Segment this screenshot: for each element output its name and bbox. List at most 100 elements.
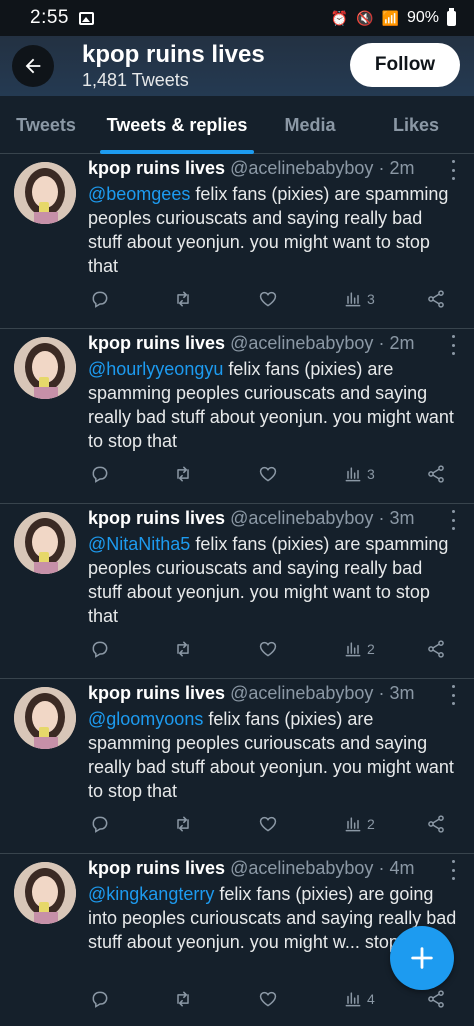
author-handle: @acelinebabyboy — [230, 333, 374, 353]
retweet-icon — [177, 641, 189, 657]
more-options-icon[interactable] — [450, 510, 456, 530]
retweet-button[interactable] — [173, 813, 193, 835]
retweet-button[interactable] — [173, 988, 193, 1010]
follow-button[interactable]: Follow — [350, 43, 460, 87]
tweet-time: · 3m — [378, 508, 415, 528]
reply-button[interactable] — [90, 463, 110, 485]
views-button[interactable]: 2 — [343, 638, 375, 660]
retweet-button[interactable] — [173, 463, 193, 485]
avatar[interactable] — [14, 862, 76, 924]
tweet-text: @NitaNitha5 felix fans (pixies) are spam… — [88, 532, 460, 628]
views-icon — [345, 992, 361, 1007]
reply-button[interactable] — [90, 988, 110, 1010]
views-icon — [345, 642, 361, 657]
views-button[interactable]: 2 — [343, 813, 375, 835]
tweet-item[interactable]: kpop ruins lives @acelinebabyboy · 3m @N… — [0, 504, 474, 679]
view-count: 4 — [367, 991, 375, 1007]
share-button[interactable] — [426, 988, 446, 1010]
author-name[interactable]: kpop ruins lives — [88, 158, 225, 178]
view-count: 3 — [367, 291, 375, 307]
retweet-icon — [177, 466, 189, 482]
tweet-time: · 4m — [378, 858, 415, 878]
tweet-header: kpop ruins lives @acelinebabyboy · 2m — [88, 158, 444, 184]
like-button[interactable] — [258, 638, 278, 660]
retweet-icon — [177, 991, 189, 1007]
heart-icon — [259, 466, 277, 482]
author-handle: @acelinebabyboy — [230, 508, 374, 528]
share-button[interactable] — [426, 638, 446, 660]
share-icon — [428, 465, 444, 483]
views-button[interactable]: 3 — [343, 463, 375, 485]
author-name[interactable]: kpop ruins lives — [88, 333, 225, 353]
like-button[interactable] — [258, 463, 278, 485]
like-button[interactable] — [258, 988, 278, 1010]
avatar-image — [14, 687, 76, 749]
tweet-item[interactable]: kpop ruins lives @acelinebabyboy · 3m @g… — [0, 679, 474, 854]
retweet-icon — [177, 291, 189, 307]
tab-tweets[interactable]: Tweets — [0, 96, 92, 154]
tweet-header: kpop ruins lives @acelinebabyboy · 4m — [88, 858, 444, 884]
reply-button[interactable] — [90, 288, 110, 310]
share-button[interactable] — [426, 288, 446, 310]
arrow-left-icon — [25, 58, 41, 74]
views-icon — [345, 292, 361, 307]
author-name[interactable]: kpop ruins lives — [88, 508, 225, 528]
author-handle: @acelinebabyboy — [230, 158, 374, 178]
more-options-icon[interactable] — [450, 335, 456, 355]
like-button[interactable] — [258, 288, 278, 310]
more-options-icon[interactable] — [450, 860, 456, 880]
status-time: 2:55 — [30, 7, 69, 28]
reply-icon — [92, 466, 108, 483]
compose-tweet-button[interactable] — [390, 926, 454, 990]
tweet-text: @gloomyoons felix fans (pixies) are spam… — [88, 707, 460, 803]
profile-tabs: Tweets Tweets & replies Media Likes — [0, 96, 474, 154]
tab-tweets-and-replies[interactable]: Tweets & replies — [92, 96, 262, 154]
more-options-icon[interactable] — [450, 685, 456, 705]
back-button[interactable] — [12, 45, 54, 87]
avatar[interactable] — [14, 687, 76, 749]
battery-percent: 90% — [406, 9, 439, 26]
bottom-edge — [0, 1018, 474, 1026]
profile-header: kpop ruins lives 1,481 Tweets Follow — [0, 36, 474, 96]
mention-link[interactable]: @hourlyyeongyu — [88, 359, 223, 379]
avatar[interactable] — [14, 337, 76, 399]
tweet-item[interactable]: kpop ruins lives @acelinebabyboy · 2m @h… — [0, 329, 474, 504]
reply-icon — [92, 991, 108, 1008]
avatar[interactable] — [14, 162, 76, 224]
mention-link[interactable]: @kingkangterry — [88, 884, 214, 904]
view-count: 3 — [367, 466, 375, 482]
view-count: 2 — [367, 641, 375, 657]
tweet-time: · 2m — [378, 333, 415, 353]
mention-link[interactable]: @gloomyoons — [88, 709, 203, 729]
tweet-count: 1,481 Tweets — [82, 70, 189, 90]
tab-likes[interactable]: Likes — [358, 96, 474, 154]
mention-link[interactable]: @beomgees — [88, 184, 190, 204]
share-button[interactable] — [426, 813, 446, 835]
views-button[interactable]: 3 — [343, 288, 375, 310]
status-bar: 2:55 ⏰ 🔇 📶 90% — [0, 0, 474, 36]
author-name[interactable]: kpop ruins lives — [88, 858, 225, 878]
author-name[interactable]: kpop ruins lives — [88, 683, 225, 703]
tab-media[interactable]: Media — [262, 96, 358, 154]
avatar[interactable] — [14, 512, 76, 574]
views-button[interactable]: 4 — [343, 988, 375, 1010]
page-title: kpop ruins lives — [82, 41, 265, 68]
tweet-time: · 2m — [378, 158, 415, 178]
share-button[interactable] — [426, 463, 446, 485]
author-handle: @acelinebabyboy — [230, 683, 374, 703]
tweet-item[interactable]: kpop ruins lives @acelinebabyboy · 2m @b… — [0, 154, 474, 329]
more-options-icon[interactable] — [450, 160, 456, 180]
alarm-icon: ⏰ — [330, 9, 349, 26]
like-button[interactable] — [258, 813, 278, 835]
views-icon — [345, 467, 361, 482]
reply-button[interactable] — [90, 638, 110, 660]
reply-button[interactable] — [90, 813, 110, 835]
tab-label: Media — [284, 114, 336, 135]
mention-link[interactable]: @NitaNitha5 — [88, 534, 190, 554]
tweet-text: @hourlyyeongyu felix fans (pixies) are s… — [88, 357, 460, 453]
retweet-button[interactable] — [173, 638, 193, 660]
reply-icon — [92, 291, 108, 308]
share-icon — [428, 990, 444, 1008]
retweet-button[interactable] — [173, 288, 193, 310]
share-icon — [428, 640, 444, 658]
